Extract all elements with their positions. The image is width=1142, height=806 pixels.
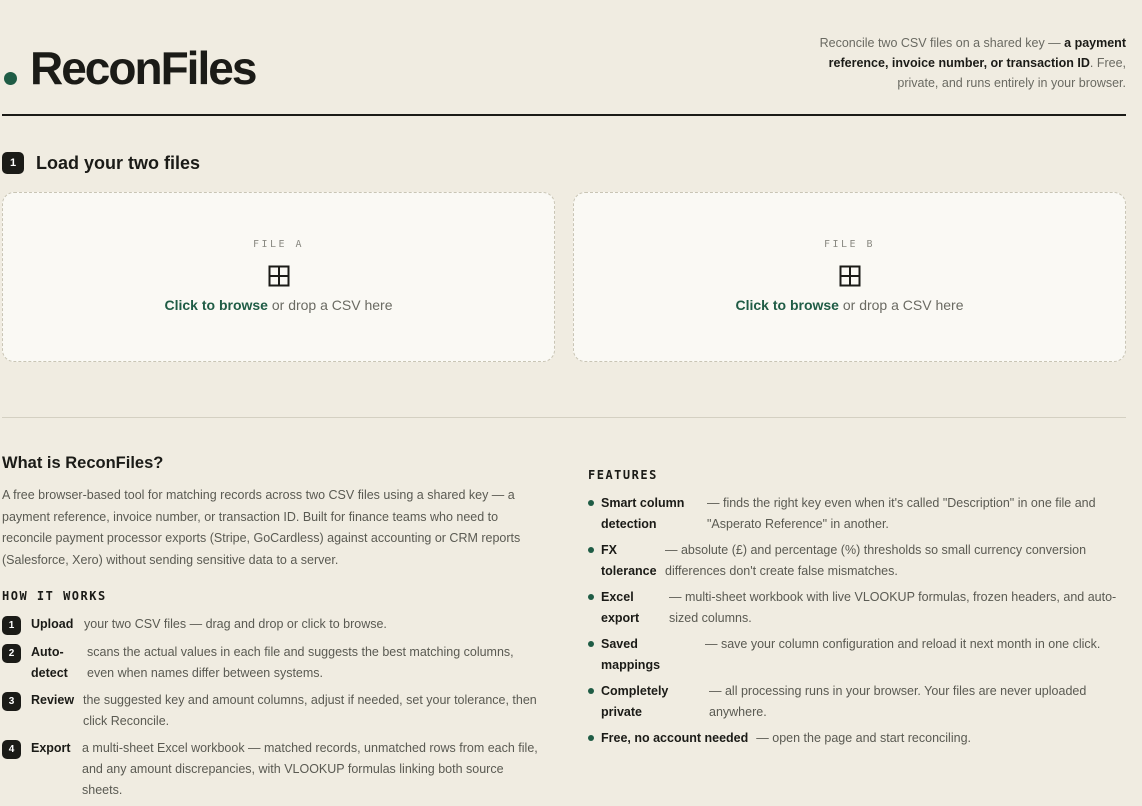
tagline-pre: Reconcile two CSV files on a shared key …: [819, 36, 1065, 50]
how-step-key: Auto-detect: [31, 645, 68, 680]
about-body: A free browser-based tool for matching r…: [2, 488, 521, 567]
load-step-header: 1 Load your two files: [2, 152, 200, 174]
bullet-icon: [588, 688, 594, 694]
tagline: Reconcile two CSV files on a shared key …: [786, 33, 1126, 93]
feature-item: FX tolerance — absolute (£) and percenta…: [588, 540, 1124, 582]
feature-item: Saved mappings — save your column config…: [588, 634, 1124, 676]
feature-desc: — save your column configuration and rel…: [705, 637, 1101, 651]
feature-item: Excel export — multi-sheet workbook with…: [588, 587, 1124, 629]
feature-key: Saved mappings: [601, 637, 661, 672]
feature-desc: — absolute (£) and percentage (%) thresh…: [665, 543, 1087, 578]
feature-item: Free, no account needed — open the page …: [588, 728, 1124, 749]
feature-desc: — finds the right key even when it's cal…: [707, 496, 1096, 531]
file-a-dropzone[interactable]: FILE A Click to browse or drop a CSV her…: [2, 192, 555, 362]
feature-desc: — open the page and start reconciling.: [756, 731, 971, 745]
step-number-badge: 1: [2, 152, 24, 174]
how-step: 3 Review the suggested key and amount co…: [2, 690, 542, 732]
how-it-works-heading: HOW IT WORKS: [2, 589, 107, 603]
how-step-desc: a multi-sheet Excel workbook — matched r…: [82, 741, 538, 797]
bullet-icon: [588, 735, 594, 741]
bullet-icon: [588, 547, 594, 553]
grid-icon: [839, 265, 860, 287]
feature-key: Completely private: [601, 684, 669, 719]
grid-icon: [268, 265, 289, 287]
how-step-number: 4: [2, 740, 21, 759]
file-b-browse-link[interactable]: Click to browse: [736, 297, 839, 313]
feature-key: Free, no account needed: [601, 731, 749, 745]
feature-key: Excel export: [601, 590, 640, 625]
file-b-drop-text: or drop a CSV here: [838, 297, 964, 313]
how-step-key: Review: [31, 693, 75, 707]
file-b-dropzone[interactable]: FILE B Click to browse or drop a CSV her…: [573, 192, 1126, 362]
how-step: 4 Export a multi-sheet Excel workbook — …: [2, 738, 542, 801]
how-step-number: 2: [2, 644, 21, 663]
bullet-icon: [588, 594, 594, 600]
how-step-desc: the suggested key and amount columns, ad…: [83, 693, 537, 728]
how-step-number: 1: [2, 616, 21, 635]
about-title: What is ReconFiles?: [2, 454, 164, 472]
file-a-label: FILE A: [252, 239, 305, 250]
feature-key: FX tolerance: [601, 543, 657, 578]
brand-logo: ReconFiles: [30, 42, 257, 94]
feature-desc: — multi-sheet workbook with live VLOOKUP…: [669, 590, 1117, 625]
file-b-label: FILE B: [823, 239, 876, 250]
section-divider: [2, 417, 1126, 418]
how-step: 2 Auto-detect scans the actual values in…: [2, 642, 542, 684]
how-step-key: Upload: [31, 617, 74, 631]
feature-item: Completely private — all processing runs…: [588, 681, 1124, 723]
feature-key: Smart column detection: [601, 496, 685, 531]
how-step-key: Export: [31, 741, 71, 755]
how-step-desc: scans the actual values in each file and…: [87, 645, 514, 680]
file-a-browse-link[interactable]: Click to browse: [165, 297, 268, 313]
file-b-hint: Click to browse or drop a CSV here: [574, 297, 1125, 313]
file-a-drop-text: or drop a CSV here: [267, 297, 393, 313]
how-step-desc: your two CSV files — drag and drop or cl…: [84, 617, 387, 631]
bullet-icon: [588, 641, 594, 647]
how-step-number: 3: [2, 692, 21, 711]
site-header: ReconFiles Reconcile two CSV files on a …: [2, 0, 1126, 116]
feature-desc: — all processing runs in your browser. Y…: [709, 684, 1087, 719]
file-a-hint: Click to browse or drop a CSV here: [3, 297, 554, 313]
how-step: 1 Upload your two CSV files — drag and d…: [2, 614, 542, 635]
feature-item: Smart column detection — finds the right…: [588, 493, 1124, 535]
bullet-icon: [588, 500, 594, 506]
features-heading: FEATURES: [588, 468, 658, 482]
load-step-title: Load your two files: [36, 152, 201, 173]
brand-dot-icon: [4, 72, 17, 85]
